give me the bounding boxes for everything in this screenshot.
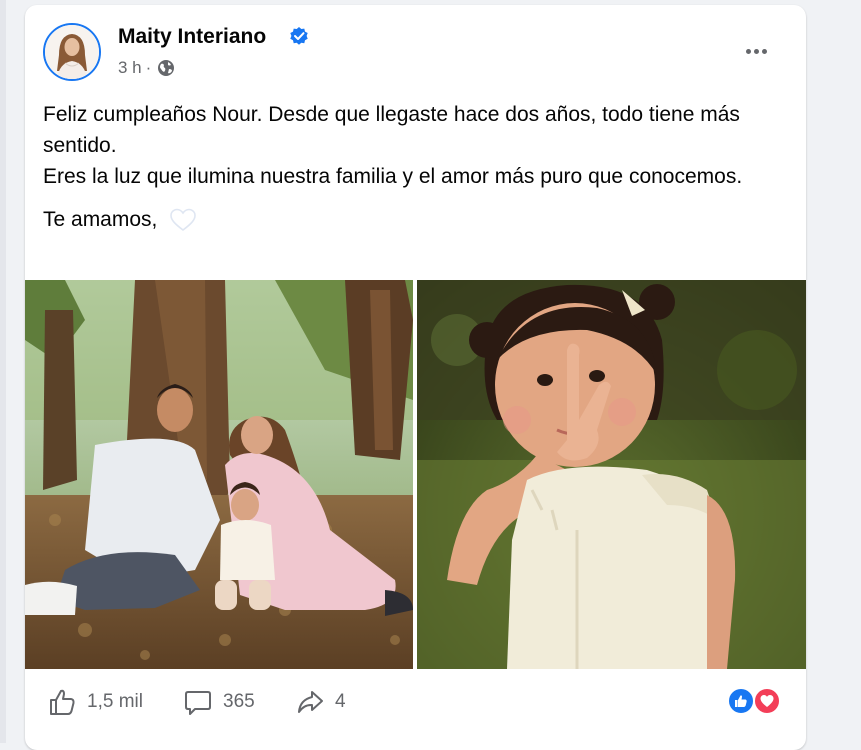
post-text: Feliz cumpleaños Nour. Desde que llegast… bbox=[43, 99, 783, 235]
post-text-line-1: Feliz cumpleaños Nour. Desde que llegast… bbox=[43, 103, 740, 157]
left-edge-panel bbox=[0, 0, 6, 743]
thumbs-up-icon bbox=[50, 689, 75, 715]
more-dot bbox=[753, 48, 759, 54]
reactions-summary[interactable] bbox=[727, 687, 787, 717]
verified-badge-icon bbox=[290, 27, 308, 45]
post-footer: 1,5 mil 365 4 bbox=[25, 669, 806, 749]
post-text-line-2: Eres la luz que ilumina nuestra familia … bbox=[43, 165, 743, 188]
post-meta: 3 h · bbox=[118, 58, 175, 78]
share-arrow-icon bbox=[298, 691, 323, 713]
author-name[interactable]: Maity Interiano bbox=[118, 25, 266, 49]
post-card: Maity Interiano 3 h · Feliz cumpleaños N… bbox=[25, 5, 806, 750]
right-edge-panel bbox=[808, 0, 861, 743]
post-timestamp[interactable]: 3 h bbox=[118, 58, 142, 78]
share-count: 4 bbox=[335, 691, 346, 712]
post-text-line-3: Te amamos, bbox=[43, 204, 783, 235]
comment-bubble-icon bbox=[185, 691, 211, 715]
comment-count: 365 bbox=[223, 691, 255, 712]
author-avatar[interactable] bbox=[43, 23, 101, 81]
more-dot bbox=[761, 48, 767, 54]
like-reaction-icon bbox=[727, 687, 755, 715]
meta-separator: · bbox=[145, 58, 152, 77]
post-photos bbox=[25, 280, 806, 669]
share-button[interactable]: 4 bbox=[295, 685, 346, 719]
family-photo[interactable] bbox=[25, 280, 413, 669]
white-heart-icon bbox=[170, 208, 197, 231]
child-photo[interactable] bbox=[417, 280, 806, 669]
like-button[interactable]: 1,5 mil bbox=[47, 685, 143, 719]
comment-button[interactable]: 365 bbox=[183, 685, 255, 719]
globe-icon[interactable] bbox=[157, 59, 175, 77]
more-options-icon bbox=[745, 48, 751, 54]
love-reaction-icon bbox=[753, 687, 781, 715]
post-text-closing: Te amamos, bbox=[43, 208, 158, 231]
like-count: 1,5 mil bbox=[87, 691, 143, 712]
more-options-button[interactable] bbox=[736, 37, 776, 65]
